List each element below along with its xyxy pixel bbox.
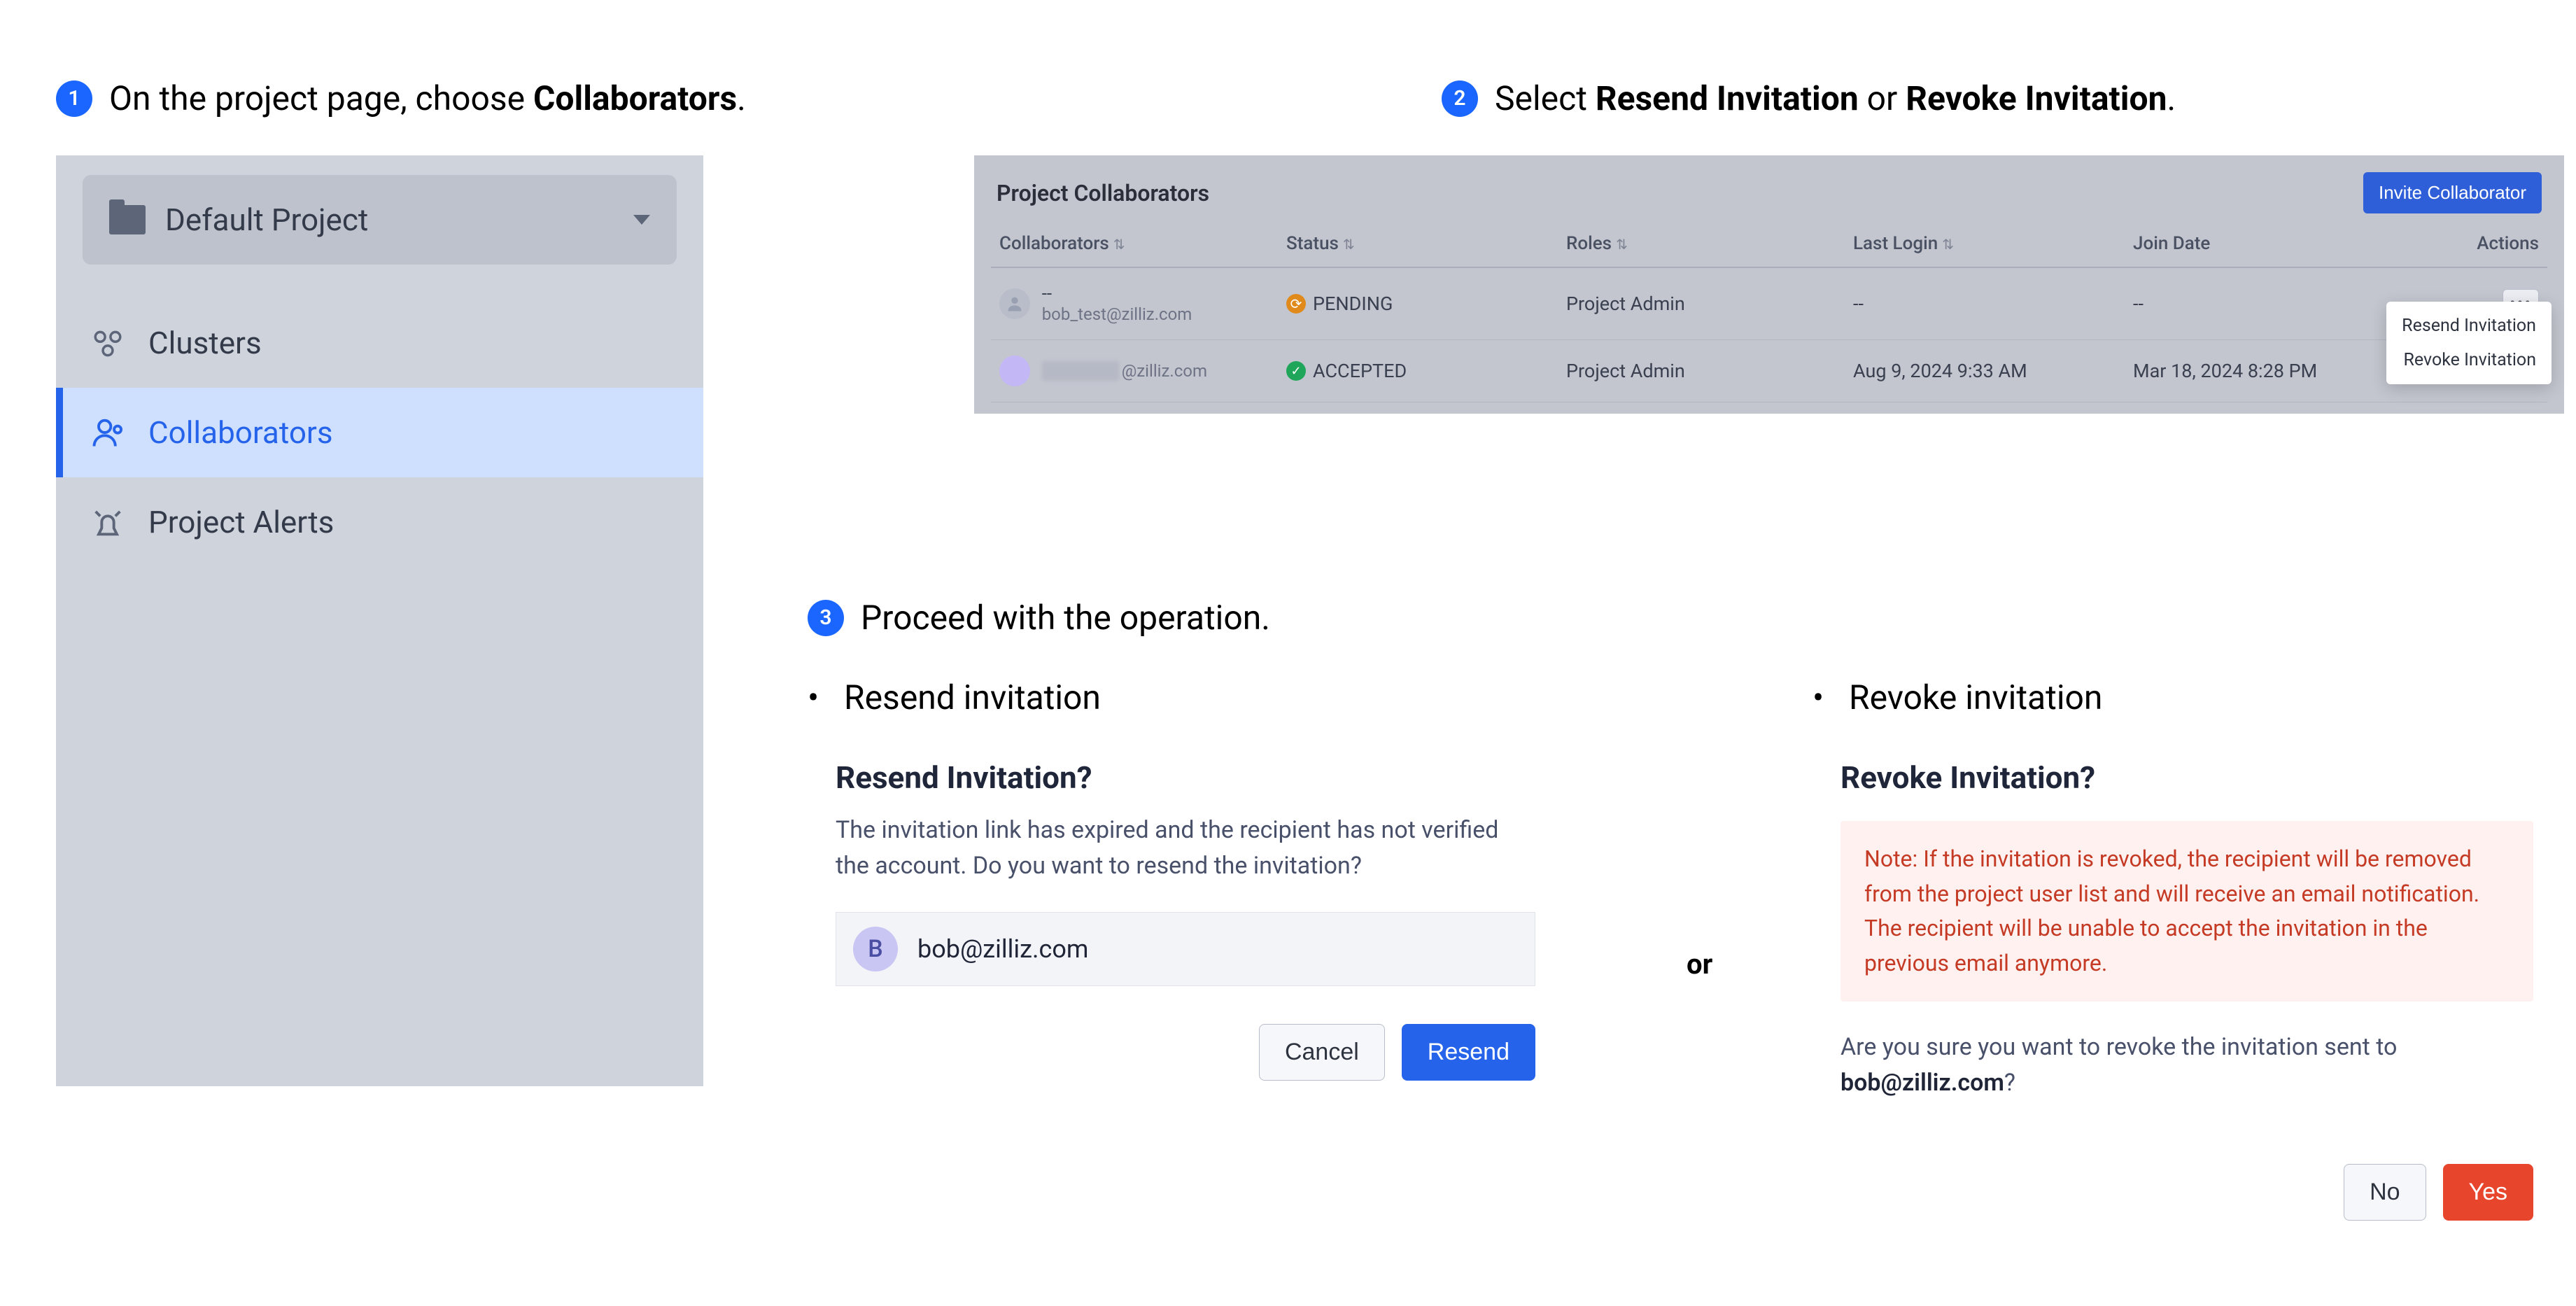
th-status[interactable]: Status⇅ xyxy=(1278,223,1558,267)
row-name-top: -- xyxy=(1042,283,1192,304)
sidebar-item-label: Clusters xyxy=(148,325,262,361)
th-actions: Actions xyxy=(2398,223,2547,267)
step-3-badge: 3 xyxy=(808,600,844,636)
sidebar-panel: Default Project Clusters Collaborators xyxy=(56,155,703,1086)
th-roles[interactable]: Roles⇅ xyxy=(1558,223,1845,267)
th-last-login[interactable]: Last Login⇅ xyxy=(1845,223,2125,267)
project-name: Default Project xyxy=(165,202,614,238)
alerts-icon xyxy=(90,504,126,540)
menu-resend-invitation[interactable]: Resend Invitation xyxy=(2386,309,2552,343)
row-name-bottom: bob_test@zilliz.com xyxy=(1042,304,1192,324)
collaborators-table: Collaborators⇅ Status⇅ Roles⇅ Last Login… xyxy=(991,223,2547,402)
resend-email: bob@zilliz.com xyxy=(917,934,1088,964)
sort-icon: ⇅ xyxy=(1616,236,1628,253)
step-3-text: Proceed with the operation. xyxy=(861,598,1270,638)
row-last-login: -- xyxy=(1845,267,2125,340)
clusters-icon xyxy=(90,325,126,361)
revoke-yes-button[interactable]: Yes xyxy=(2443,1164,2533,1221)
resend-dialog-title: Resend Invitation? xyxy=(836,759,1535,796)
menu-revoke-invitation[interactable]: Revoke Invitation xyxy=(2386,343,2552,377)
step-2-text: Select Resend Invitation or Revoke Invit… xyxy=(1495,78,2176,118)
status-accepted: ✓ ACCEPTED xyxy=(1286,360,1549,382)
sidebar-item-collaborators[interactable]: Collaborators xyxy=(56,388,703,477)
project-selector[interactable]: Default Project xyxy=(83,175,677,265)
th-collaborators[interactable]: Collaborators⇅ xyxy=(991,223,1278,267)
collaborators-panel: Project Collaborators Invite Collaborato… xyxy=(974,155,2564,414)
chevron-down-icon xyxy=(633,215,650,225)
revoke-no-button[interactable]: No xyxy=(2344,1164,2426,1221)
accepted-icon: ✓ xyxy=(1286,361,1306,381)
resend-cancel-button[interactable]: Cancel xyxy=(1259,1024,1385,1081)
sidebar-item-alerts[interactable]: Project Alerts xyxy=(56,477,703,567)
row-role: Project Admin xyxy=(1558,340,1845,402)
bullet-revoke: • Revoke invitation xyxy=(1813,677,2533,717)
sort-icon: ⇅ xyxy=(1113,236,1125,253)
sort-icon: ⇅ xyxy=(1343,236,1355,253)
revoke-warning: Note: If the invitation is revoked, the … xyxy=(1840,821,2533,1002)
row-join-date: Mar 18, 2024 8:28 PM xyxy=(2125,340,2398,402)
step-2-badge: 2 xyxy=(1442,80,1478,117)
or-label: or xyxy=(1687,948,1712,981)
revoke-dialog-title: Revoke Invitation? xyxy=(1840,759,2533,796)
sidebar-item-label: Project Alerts xyxy=(148,504,334,540)
sidebar-item-label: Collaborators xyxy=(148,414,333,451)
row-join-date: -- xyxy=(2125,267,2398,340)
sidebar-item-clusters[interactable]: Clusters xyxy=(56,298,703,388)
redacted-name xyxy=(1042,361,1119,381)
revoke-confirm-question: Are you sure you want to revoke the invi… xyxy=(1840,1030,2512,1101)
sort-icon: ⇅ xyxy=(1942,236,1954,253)
bullet-resend: • Resend invitation xyxy=(808,677,1535,717)
step-1-badge: 1 xyxy=(56,80,92,117)
th-join-date: Join Date xyxy=(2125,223,2398,267)
collaborators-icon xyxy=(90,414,126,451)
resend-dialog-body: The invitation link has expired and the … xyxy=(836,813,1507,884)
table-row: @zilliz.com ✓ ACCEPTED Project Admin Aug… xyxy=(991,340,2547,402)
step-1-text: On the project page, choose Collaborator… xyxy=(109,78,746,118)
panel-title: Project Collaborators xyxy=(997,180,1209,206)
table-row: -- bob_test@zilliz.com ⟳ PENDING Project… xyxy=(991,267,2547,340)
avatar xyxy=(999,288,1030,319)
resend-confirm-button[interactable]: Resend xyxy=(1402,1024,1535,1081)
invite-collaborator-button[interactable]: Invite Collaborator xyxy=(2363,172,2542,213)
row-role: Project Admin xyxy=(1558,267,1845,340)
pending-icon: ⟳ xyxy=(1286,294,1306,314)
status-pending: ⟳ PENDING xyxy=(1286,293,1549,315)
avatar-letter: B xyxy=(853,927,898,971)
avatar xyxy=(999,356,1030,386)
row-name-suffix: @zilliz.com xyxy=(1122,361,1207,381)
resend-email-row: B bob@zilliz.com xyxy=(836,912,1535,986)
actions-menu: Resend Invitation Revoke Invitation xyxy=(2386,302,2552,384)
folder-icon xyxy=(109,205,146,234)
row-last-login: Aug 9, 2024 9:33 AM xyxy=(1845,340,2125,402)
